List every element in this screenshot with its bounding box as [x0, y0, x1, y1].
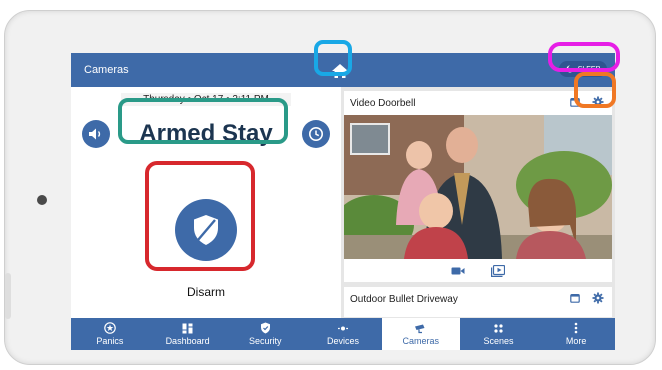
nav-item-devices[interactable]: Devices [304, 318, 382, 350]
speaker-icon [89, 128, 101, 140]
nav-label: Devices [327, 335, 360, 346]
front-camera-dot [37, 195, 47, 205]
highlight-disarm [145, 161, 255, 271]
nav-item-panics[interactable]: Panics [71, 318, 149, 350]
camera-icon [415, 324, 425, 333]
clock-button[interactable] [302, 120, 330, 148]
nav-label: Security [249, 336, 282, 346]
camera-card-actions [570, 292, 604, 304]
highlight-sleep [548, 42, 620, 72]
clock-icon [309, 127, 323, 141]
side-button [5, 273, 11, 319]
nav-item-security[interactable]: Security [226, 318, 304, 350]
security-shield-icon [260, 322, 270, 334]
more-dots-icon [574, 322, 578, 334]
doorbell-feed-image [344, 115, 612, 259]
calendar-icon[interactable] [570, 293, 580, 303]
nav-label: Cameras [402, 335, 439, 346]
doorbell-camera-feed[interactable] [344, 115, 612, 259]
camera-title: Outdoor Bullet Driveway [350, 294, 458, 305]
page-title: Cameras [84, 64, 129, 76]
bottom-navigation: Panics Dashboard Security Devices Camera… [71, 318, 615, 350]
nav-item-cameras[interactable]: Cameras [381, 318, 460, 350]
camera-card-footer [344, 259, 612, 282]
nav-label: Scenes [483, 335, 514, 346]
playback-icon[interactable] [491, 264, 505, 277]
camera-card-driveway: Outdoor Bullet Driveway [344, 287, 612, 317]
nav-item-scenes[interactable]: Scenes [460, 318, 538, 350]
nav-label: More [565, 336, 587, 346]
camera-card-video-doorbell: Video Doorbell [344, 91, 612, 282]
nav-item-more[interactable]: More [537, 318, 615, 350]
highlight-arming-status [118, 98, 288, 144]
highlight-home [314, 40, 352, 76]
scenes-icon [494, 323, 503, 333]
disarm-label: Disarm [187, 285, 225, 299]
speaker-button[interactable] [82, 120, 110, 148]
highlight-gear [574, 72, 616, 108]
nav-item-dashboard[interactable]: Dashboard [149, 318, 227, 350]
gear-icon[interactable] [592, 292, 604, 304]
nav-label: Dashboard [165, 335, 210, 346]
nav-label: Panics [96, 336, 124, 346]
video-camera-icon[interactable] [451, 266, 465, 276]
devices-icon [338, 326, 349, 330]
dashboard-grid-icon [182, 323, 193, 333]
camera-title: Video Doorbell [350, 98, 416, 109]
panic-star-icon [104, 322, 116, 334]
